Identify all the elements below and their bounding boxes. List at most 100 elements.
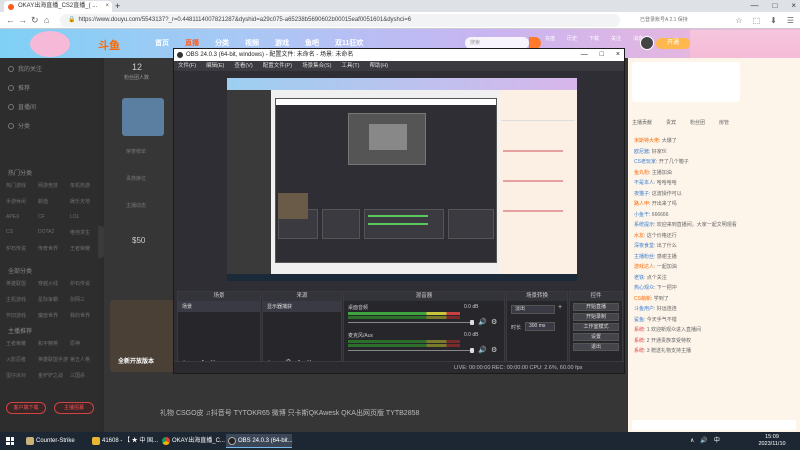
desktop-volume-knob[interactable]: [470, 320, 474, 325]
mic-gear-icon[interactable]: ⚙: [491, 346, 497, 354]
nav-double11[interactable]: 双11狂欢: [335, 38, 363, 48]
back-button[interactable]: ←: [6, 14, 15, 27]
douyu-logo[interactable]: 斗鱼: [98, 37, 120, 53]
anchor-recruit-button[interactable]: 主播招募: [54, 402, 94, 414]
sidebar-link[interactable]: 颜值: [38, 198, 70, 205]
chat-username[interactable]: 系统: [634, 338, 644, 344]
chat-username[interactable]: 欧尼酱: [634, 149, 649, 155]
tab-close-icon[interactable]: ×: [105, 1, 109, 12]
sidebar-link[interactable]: 主机游戏: [6, 296, 38, 303]
minimize-button[interactable]: —: [750, 0, 758, 12]
transition-select[interactable]: 淡出: [511, 305, 555, 314]
ime-icon[interactable]: 中: [714, 434, 720, 448]
chat-username[interactable]: 鲨鱼: [634, 317, 644, 323]
obs-minimize-button[interactable]: —: [581, 49, 588, 61]
chat-input[interactable]: [632, 420, 796, 430]
chat-username[interactable]: 米斯特大佬: [634, 138, 659, 144]
menu-tools[interactable]: 工具(T): [341, 61, 359, 71]
vip-button[interactable]: 开通: [656, 38, 690, 49]
mic-speaker-icon[interactable]: 🔊: [478, 346, 487, 354]
desktop-volume-slider[interactable]: [348, 322, 474, 323]
download-icon[interactable]: ⬇: [770, 14, 777, 27]
chat-username[interactable]: 系统: [634, 327, 644, 333]
download-app-icon[interactable]: 下载: [589, 35, 599, 42]
chat-username[interactable]: 水友: [634, 233, 644, 239]
maximize-button[interactable]: □: [772, 0, 777, 12]
nav-yuba[interactable]: 鱼吧: [305, 38, 319, 48]
obs-maximize-button[interactable]: □: [600, 49, 604, 61]
taskbar-item-chrome[interactable]: OKAY出海直播_C...: [160, 434, 225, 448]
sidebar-link[interactable]: 我的世界: [70, 312, 102, 319]
sidebar-link[interactable]: 英雄联盟手游: [38, 356, 70, 363]
sidebar-link[interactable]: 原神: [70, 340, 102, 347]
sidebar-link[interactable]: 英雄联盟: [6, 280, 38, 287]
tab-contribution[interactable]: 主播贡献: [632, 116, 652, 130]
taskbar-item-qq[interactable]: 41608 - 【 ★ 中 国...: [90, 434, 158, 448]
client-download-button[interactable]: 客户端下载: [6, 402, 46, 414]
recharge-icon[interactable]: 充值: [545, 35, 555, 42]
sidebar-link[interactable]: 火影忍者: [6, 356, 38, 363]
home-button[interactable]: ⌂: [44, 14, 49, 27]
mic-volume-slider[interactable]: [348, 350, 474, 351]
sidebar-link[interactable]: 金铲铲之战: [38, 372, 70, 379]
streamer-avatar[interactable]: [122, 98, 164, 136]
sidebar-link[interactable]: 炉石传说: [70, 280, 102, 287]
studio-mode-button[interactable]: 工作室模式: [573, 323, 619, 331]
start-streaming-button[interactable]: 开始直播: [573, 303, 619, 311]
mic-volume-knob[interactable]: [470, 348, 474, 353]
sidebar-link[interactable]: 魔兽世界: [38, 312, 70, 319]
chat-username[interactable]: 斗鱼用户: [634, 306, 654, 312]
system-clock[interactable]: 15:09 2023/11/10: [748, 434, 796, 448]
menu-icon[interactable]: ☰: [787, 14, 794, 27]
chat-username[interactable]: 小鱼干: [634, 212, 649, 218]
sidebar-item-follow[interactable]: 我的关注: [8, 64, 42, 73]
sidebar-link[interactable]: 第五人格: [70, 356, 102, 363]
extensions-icon[interactable]: ⬚: [753, 14, 761, 27]
chat-username[interactable]: 系统提示: [634, 222, 654, 228]
menu-profile[interactable]: 配置文件(P): [263, 61, 292, 71]
new-tab-button[interactable]: +: [115, 0, 120, 12]
start-recording-button[interactable]: 开始录制: [573, 313, 619, 321]
forward-button[interactable]: →: [18, 14, 27, 27]
follow-icon[interactable]: 关注: [611, 35, 621, 42]
chat-username[interactable]: CS老玩家: [634, 159, 656, 165]
sidebar-link[interactable]: 三国杀: [70, 372, 102, 379]
nav-category[interactable]: 分类: [215, 38, 229, 48]
sidebar-link[interactable]: DOTA2: [38, 229, 70, 236]
menu-file[interactable]: 文件(F): [178, 61, 196, 71]
menu-edit[interactable]: 编辑(E): [206, 61, 224, 71]
add-transition-button[interactable]: +: [558, 304, 562, 311]
menu-view[interactable]: 查看(V): [234, 61, 252, 71]
chat-username[interactable]: 老铁: [634, 275, 644, 281]
chat-username[interactable]: 系统: [634, 348, 644, 354]
sidebar-link[interactable]: 网游竞技: [38, 182, 70, 189]
sidebar-link[interactable]: 王者荣耀: [6, 340, 38, 347]
nav-live[interactable]: 直播: [185, 38, 199, 48]
tab-fans[interactable]: 粉丝团: [690, 116, 705, 130]
mixer-gear-icon[interactable]: ⚙: [491, 318, 497, 326]
sidebar-link[interactable]: CF: [38, 214, 70, 220]
url-input[interactable]: 🔒 https://www.douyu.com/5543137?_r=0.4481…: [60, 14, 620, 27]
browser-tab[interactable]: OKAY出海直播_CS2直播_( ... ×: [4, 1, 112, 12]
sidebar-link[interactable]: APEX: [6, 214, 38, 220]
sidebar-link[interactable]: 单机热游: [70, 182, 102, 189]
chat-username[interactable]: 游戏达人: [634, 264, 654, 270]
taskbar-item-obs[interactable]: OBS 24.0.3 (64-bit...: [226, 434, 293, 448]
tray-expand-icon[interactable]: ∧: [690, 434, 694, 448]
menu-help[interactable]: 帮助(H): [369, 61, 388, 71]
sidebar-link[interactable]: 星际争霸: [38, 296, 70, 303]
speaker-icon[interactable]: 🔊: [478, 318, 487, 326]
sidebar-link[interactable]: CS: [6, 229, 38, 236]
sidebar-link[interactable]: LOL: [70, 214, 102, 220]
nav-games[interactable]: 游戏: [275, 38, 289, 48]
scene-item[interactable]: 场景: [178, 301, 260, 312]
sidebar-link[interactable]: 穿越火线: [38, 280, 70, 287]
chat-username[interactable]: 深夜食堂: [634, 243, 654, 249]
exit-button[interactable]: 退出: [573, 343, 619, 351]
sidebar-item-category[interactable]: 分类: [8, 121, 30, 130]
chat-username[interactable]: 不是本人: [634, 180, 654, 186]
sidebar-link[interactable]: 娱乐天地: [70, 198, 102, 205]
chat-username[interactable]: 主播粉丝: [634, 254, 654, 260]
sidebar-link[interactable]: 炉石传说: [6, 245, 38, 252]
chat-username[interactable]: 路人甲: [634, 201, 649, 207]
